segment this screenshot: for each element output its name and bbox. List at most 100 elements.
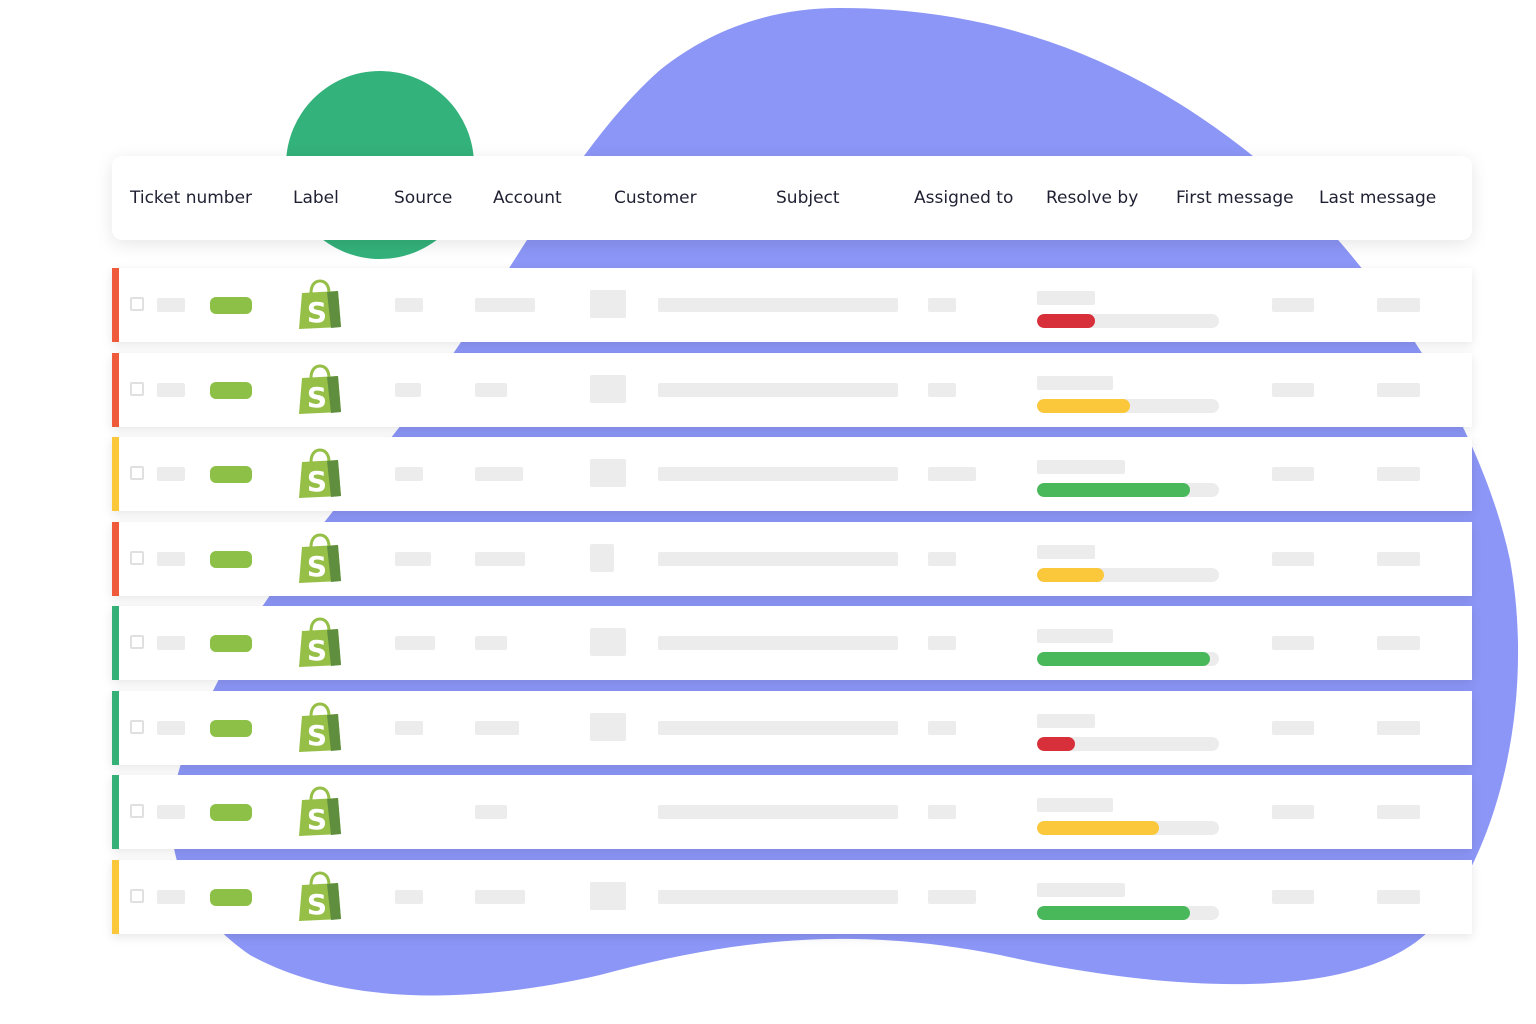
column-header-source[interactable]: Source (394, 187, 452, 209)
label-pill (210, 550, 252, 568)
ticket-number-placeholder (157, 467, 185, 481)
account-placeholder (475, 636, 507, 650)
customer-avatar-placeholder (590, 881, 626, 910)
column-header-last[interactable]: Last message (1319, 187, 1436, 209)
column-header-resolve[interactable]: Resolve by (1046, 187, 1138, 209)
source-placeholder (395, 720, 423, 735)
account-placeholder (475, 720, 519, 735)
ticket-row[interactable]: S (112, 268, 1472, 342)
svg-text:S: S (307, 719, 327, 752)
first-message-placeholder (1272, 889, 1314, 904)
ticket-row[interactable]: S (112, 521, 1472, 596)
priority-indicator (112, 352, 119, 427)
row-checkbox[interactable] (130, 381, 144, 396)
label-pill (210, 635, 252, 652)
shopify-bag-icon: S (299, 448, 341, 498)
shopify-bag-icon: S (299, 701, 341, 752)
resolve-progress-bar (1037, 652, 1219, 666)
ticket-table-header: Ticket number Label Source Account Customer S… (112, 156, 1472, 240)
row-checkbox[interactable] (130, 888, 144, 903)
label-pill (210, 381, 252, 399)
subject-placeholder (658, 636, 898, 650)
label-pill (210, 719, 252, 737)
shopify-bag-icon: S (299, 786, 341, 836)
account-placeholder (475, 382, 507, 397)
first-message-placeholder (1272, 720, 1314, 735)
shopify-bag-icon: S (299, 617, 341, 667)
assigned-placeholder (928, 636, 956, 650)
resolve-progress-fill (1037, 398, 1130, 413)
resolve-progress-bar (1037, 314, 1219, 328)
subject-placeholder (658, 467, 898, 481)
svg-text:S: S (307, 634, 327, 667)
row-checkbox[interactable] (130, 466, 144, 480)
resolve-progress-fill (1037, 905, 1190, 920)
last-message-placeholder (1377, 805, 1420, 819)
first-message-placeholder (1272, 467, 1314, 481)
first-message-placeholder (1272, 805, 1314, 819)
row-checkbox[interactable] (130, 719, 144, 734)
column-header-ticket[interactable]: Ticket number (130, 187, 252, 209)
assigned-placeholder (928, 298, 956, 312)
last-message-placeholder (1377, 298, 1420, 312)
row-checkbox[interactable] (130, 635, 144, 649)
label-pill (210, 888, 252, 906)
assigned-placeholder (928, 889, 976, 904)
first-message-placeholder (1272, 636, 1314, 650)
resolve-progress-fill (1037, 821, 1159, 835)
last-message-placeholder (1377, 382, 1420, 397)
first-message-placeholder (1272, 551, 1314, 566)
shopify-bag-icon: S (299, 363, 341, 414)
priority-indicator (112, 606, 119, 680)
last-message-placeholder (1377, 720, 1420, 735)
svg-text:S: S (307, 465, 327, 498)
ticket-number-placeholder (157, 720, 185, 735)
resolve-progress-fill (1037, 652, 1210, 666)
ticket-row[interactable]: S (112, 690, 1472, 765)
assigned-placeholder (928, 551, 956, 566)
subject-placeholder (658, 805, 898, 819)
account-placeholder (475, 551, 525, 566)
label-pill (210, 297, 252, 314)
row-checkbox[interactable] (130, 804, 144, 818)
column-header-first[interactable]: First message (1176, 187, 1294, 209)
assigned-placeholder (928, 720, 956, 735)
row-checkbox[interactable] (130, 297, 144, 311)
assigned-placeholder (928, 382, 956, 397)
source-placeholder (395, 298, 423, 312)
ticket-row[interactable]: S (112, 859, 1472, 934)
last-message-placeholder (1377, 467, 1420, 481)
resolve-by-placeholder (1037, 375, 1113, 390)
resolve-by-placeholder (1037, 460, 1125, 474)
column-header-label[interactable]: Label (293, 187, 339, 209)
source-placeholder (395, 382, 421, 397)
customer-avatar-placeholder (590, 628, 626, 656)
account-placeholder (475, 467, 523, 481)
account-placeholder (475, 889, 525, 904)
priority-indicator (112, 775, 119, 849)
ticket-row[interactable]: S (112, 352, 1472, 427)
resolve-progress-fill (1037, 314, 1096, 328)
resolve-by-placeholder (1037, 629, 1113, 643)
resolve-by-placeholder (1037, 882, 1125, 897)
column-header-assigned[interactable]: Assigned to (914, 187, 1013, 209)
subject-placeholder (658, 382, 898, 397)
column-header-account[interactable]: Account (493, 187, 562, 209)
account-placeholder (475, 805, 507, 819)
customer-avatar-placeholder (590, 290, 626, 318)
resolve-by-placeholder (1037, 798, 1113, 812)
first-message-placeholder (1272, 382, 1314, 397)
customer-avatar-placeholder (590, 374, 626, 403)
column-header-customer[interactable]: Customer (614, 187, 697, 209)
ticket-row[interactable]: S (112, 606, 1472, 680)
customer-avatar-placeholder (590, 543, 614, 572)
resolve-by-placeholder (1037, 713, 1095, 728)
column-header-subject[interactable]: Subject (776, 187, 840, 209)
resolve-by-placeholder (1037, 291, 1095, 305)
ticket-row[interactable]: S (112, 437, 1472, 511)
assigned-placeholder (928, 467, 976, 481)
priority-indicator (112, 859, 119, 934)
ticket-row[interactable]: S (112, 775, 1472, 849)
subject-placeholder (658, 551, 898, 566)
row-checkbox[interactable] (130, 550, 144, 565)
